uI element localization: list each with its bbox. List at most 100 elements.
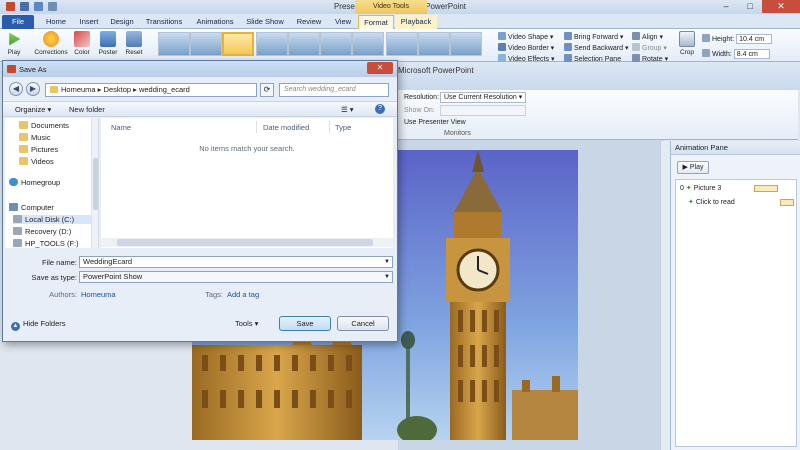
show-on-select[interactable] <box>440 105 526 116</box>
animation-item-picture[interactable]: 0 ✦ Picture 3 <box>680 184 721 192</box>
video-style-8[interactable] <box>386 32 418 56</box>
search-input[interactable]: Search wedding_ecard <box>279 83 389 97</box>
video-style-7[interactable] <box>352 32 384 56</box>
add-tag-link[interactable]: Add a tag <box>227 290 259 299</box>
authors-label: Authors: <box>49 290 77 299</box>
cancel-button[interactable]: Cancel <box>337 316 389 331</box>
tab-playback[interactable]: Playback <box>395 15 437 29</box>
tab-view[interactable]: View <box>330 15 356 29</box>
tree-scrollbar[interactable] <box>91 118 98 248</box>
organize-button[interactable]: Organize ▾ <box>15 105 51 114</box>
video-style-5[interactable] <box>288 32 320 56</box>
tab-transitions[interactable]: Transitions <box>140 15 188 29</box>
tree-item-documents[interactable]: Documents <box>19 121 69 130</box>
chevron-up-icon: ▲ <box>11 322 20 331</box>
dialog-navigation-bar: ◀ ▶ Homeuma ▸ Desktop ▸ wedding_ecard ⟳ … <box>3 78 397 100</box>
back-button[interactable]: ◀ <box>9 82 23 96</box>
save-as-type-select[interactable]: PowerPoint Show ▼ <box>79 271 393 283</box>
play-button[interactable]: Play <box>1 31 27 56</box>
help-icon[interactable]: ? <box>375 104 385 114</box>
new-folder-button[interactable]: New folder <box>69 105 105 114</box>
minimize-button[interactable]: – <box>714 0 738 13</box>
animation-play-button[interactable]: ▶ Play <box>677 161 709 174</box>
video-style-2[interactable] <box>190 32 222 56</box>
video-style-1[interactable] <box>158 32 190 56</box>
maximize-button[interactable]: □ <box>738 0 762 13</box>
column-header-date-modified[interactable]: Date modified <box>263 123 309 132</box>
background-window-title-bar: Microsoft PowerPoint <box>398 62 800 90</box>
video-border-button[interactable]: Video Border ▾ <box>498 43 554 52</box>
slide-show-ribbon: Resolution: Use Current Resolution ▾ Sho… <box>398 90 798 140</box>
tree-item-local-disk[interactable]: Local Disk (C:) <box>13 215 91 224</box>
column-header-type[interactable]: Type <box>335 123 351 132</box>
dialog-close-button[interactable]: ✕ <box>367 62 393 74</box>
resolution-label: Resolution: <box>404 94 440 101</box>
file-name-input[interactable]: WeddingEcard ▼ <box>79 256 393 268</box>
reset-design-button[interactable]: Reset <box>121 31 147 56</box>
tree-item-recovery[interactable]: Recovery (D:) <box>13 227 71 236</box>
slide-vertical-scrollbar[interactable] <box>660 141 670 450</box>
tree-item-pictures[interactable]: Pictures <box>19 145 58 154</box>
tree-item-hp-tools[interactable]: HP_TOOLS (F:) <box>13 239 79 248</box>
bring-forward-button[interactable]: Bring Forward ▾ <box>564 32 623 41</box>
poster-frame-button[interactable]: Poster <box>95 31 121 56</box>
resolution-select[interactable]: Use Current Resolution ▾ <box>440 92 526 103</box>
video-style-4[interactable] <box>256 32 288 56</box>
play-icon <box>9 32 21 46</box>
hide-folders-button[interactable]: ▲ Hide Folders <box>11 319 66 331</box>
address-bar[interactable]: Homeuma ▸ Desktop ▸ wedding_ecard <box>45 83 257 97</box>
file-list-scroll-thumb[interactable] <box>117 239 373 246</box>
animation-effect-icon: ✦ <box>688 199 694 206</box>
send-backward-button[interactable]: Send Backward ▾ <box>564 43 629 52</box>
save-button[interactable]: Save <box>279 316 331 331</box>
column-header-name[interactable]: Name <box>111 123 131 132</box>
tree-item-homegroup[interactable]: Homegroup <box>9 178 60 187</box>
forward-button[interactable]: ▶ <box>26 82 40 96</box>
video-style-10[interactable] <box>450 32 482 56</box>
video-shape-button[interactable]: Video Shape ▾ <box>498 32 553 41</box>
corrections-button[interactable]: Corrections <box>34 31 68 56</box>
video-style-3[interactable] <box>222 32 254 56</box>
animation-list: 0 ✦ Picture 3 ✦ Click to read <box>675 179 797 447</box>
align-button[interactable]: Align ▾ <box>632 32 663 41</box>
authors-value[interactable]: Homeuma <box>81 290 116 299</box>
ribbon: Play Corrections Color Poster Reset Vide… <box>0 29 800 63</box>
tab-home[interactable]: Home <box>40 15 72 29</box>
animation-item-click-to-read[interactable]: ✦ Click to read <box>688 198 735 206</box>
width-input[interactable]: 8.4 cm <box>733 49 770 59</box>
group-button[interactable]: Group ▾ <box>632 43 667 52</box>
tab-slide-show[interactable]: Slide Show <box>243 15 287 29</box>
tree-item-music[interactable]: Music <box>19 133 51 142</box>
tab-insert[interactable]: Insert <box>73 15 105 29</box>
column-divider <box>329 121 330 133</box>
ribbon-tabs: File Home Insert Design Transitions Anim… <box>0 14 800 29</box>
powerpoint-icon <box>7 65 16 73</box>
color-button[interactable]: Color <box>69 31 95 56</box>
tree-scroll-thumb[interactable] <box>93 158 98 210</box>
tab-review[interactable]: Review <box>292 15 326 29</box>
close-window-button[interactable]: ✕ <box>762 0 800 13</box>
disk-icon <box>13 239 22 247</box>
disk-icon <box>13 227 22 235</box>
tab-animations[interactable]: Animations <box>192 15 238 29</box>
dialog-title-bar: Save As ✕ <box>3 61 397 77</box>
animation-timing-bar <box>780 199 794 206</box>
tree-item-computer[interactable]: Computer <box>9 203 54 212</box>
view-options-icon[interactable]: ☰ ▾ <box>341 105 354 114</box>
tab-format[interactable]: Format <box>358 15 394 29</box>
send-backward-icon <box>564 43 572 51</box>
chevron-down-icon: ▼ <box>384 274 390 280</box>
video-style-6[interactable] <box>320 32 352 56</box>
file-name-label: File name: <box>41 258 77 267</box>
crop-button[interactable]: Crop <box>674 31 700 56</box>
video-style-9[interactable] <box>418 32 450 56</box>
height-input[interactable]: 10.4 cm <box>736 34 773 44</box>
tab-design[interactable]: Design <box>106 15 138 29</box>
tools-menu[interactable]: Tools ▾ <box>235 319 258 328</box>
tab-file[interactable]: File <box>2 15 34 29</box>
refresh-button[interactable]: ⟳ <box>260 83 274 97</box>
dialog-title: Save As <box>19 65 47 74</box>
tree-item-videos[interactable]: Videos <box>19 157 54 166</box>
file-list-horizontal-scrollbar[interactable] <box>101 238 393 247</box>
presenter-view-checkbox[interactable]: Use Presenter View <box>404 119 466 126</box>
